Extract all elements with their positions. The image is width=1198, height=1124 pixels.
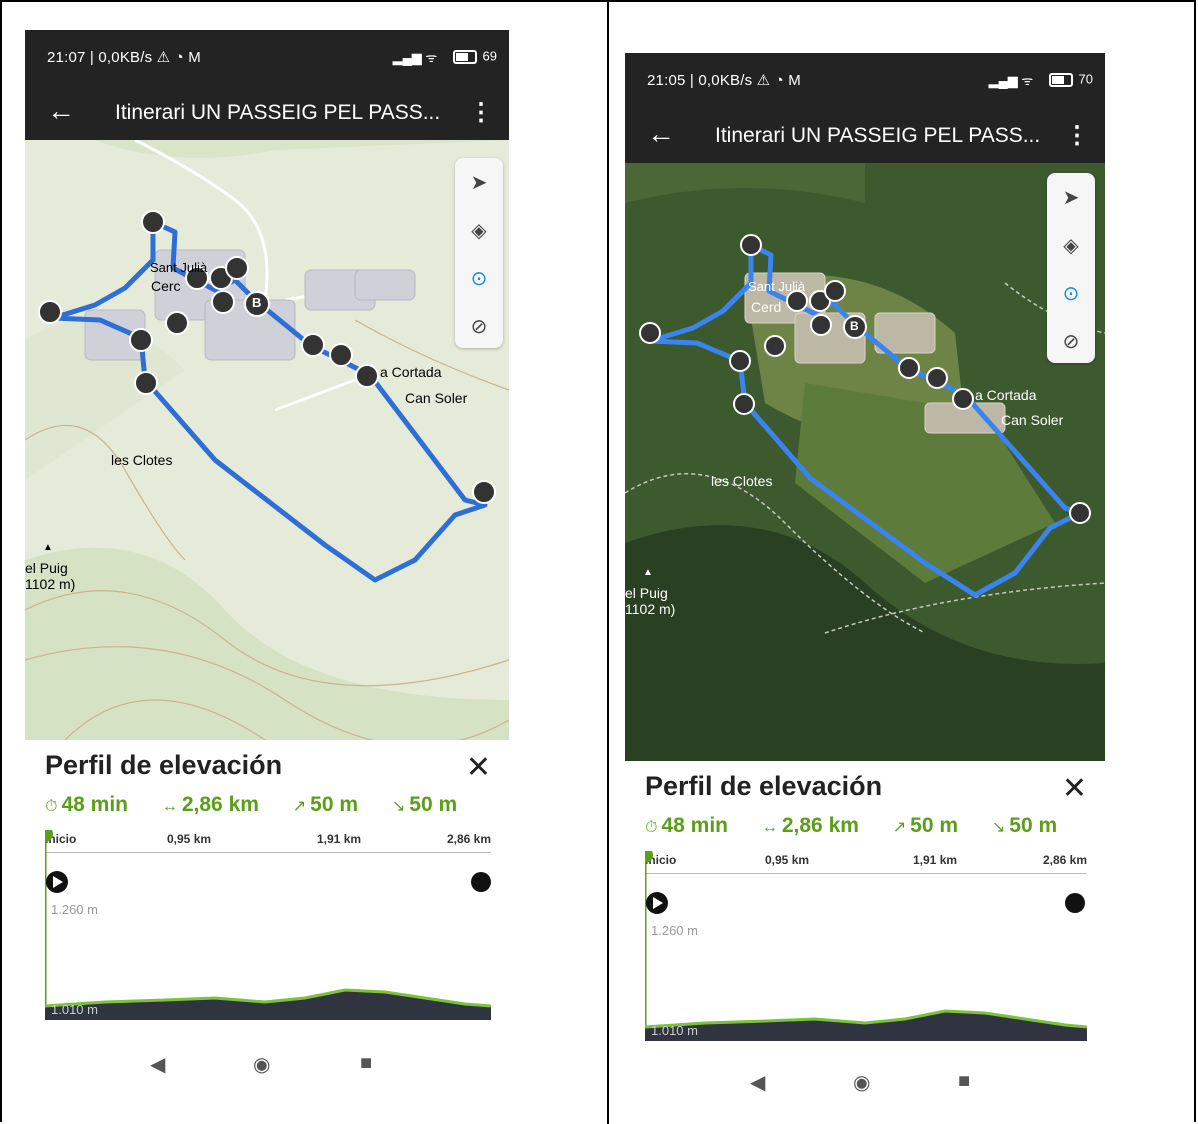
phone-right: 21:05 | 0,0KB/s ⚠ ◔ M ▂▄▆ ᯤ 70 ← Itinera… — [625, 53, 1105, 1093]
locate-icon[interactable]: ➤ — [455, 158, 503, 206]
finish-icon — [471, 872, 491, 892]
back-arrow-icon[interactable]: ← — [647, 119, 675, 149]
recenter-icon[interactable]: ⊙ — [455, 254, 503, 302]
stat-ascent: 50 m — [910, 814, 959, 837]
stat-descent: 50 m — [1009, 814, 1058, 837]
map-label-can-soler: Can Soler — [405, 390, 468, 406]
status-icons: ▂▄▆ ᯤ 69 — [393, 48, 497, 66]
map-label-puig: el Puig — [625, 585, 668, 601]
map-label-clotes: les Clotes — [111, 452, 173, 468]
more-options-icon[interactable]: ⋮ — [1065, 121, 1089, 150]
panel-title: Perfil de elevación — [45, 750, 283, 780]
distance-icon: ↔ — [161, 798, 178, 815]
map-toolbar: ➤ ◈ ⊙ ⊘ — [1047, 173, 1095, 363]
map-toolbar: ➤ ◈ ⊙ ⊘ — [455, 158, 503, 348]
map-label-village: Cerd — [751, 299, 782, 315]
app-bar: ← Itinerari UN PASSEIG PEL PASS... ⋮ — [25, 86, 509, 140]
hide-icon[interactable]: ⊘ — [455, 302, 503, 350]
status-bar: 21:05 | 0,0KB/s ⚠ ◔ M ▂▄▆ ᯤ 70 — [625, 53, 1105, 109]
nav-recents-icon[interactable]: ■ — [360, 1052, 372, 1075]
nav-back-icon[interactable]: ◀ — [750, 1070, 765, 1093]
phone-left: 21:07 | 0,0KB/s ⚠ ◔ M ▂▄▆ ᯤ 69 ← Itinera… — [25, 30, 509, 1090]
map-label-village: Cerc — [151, 278, 181, 294]
back-arrow-icon[interactable]: ← — [47, 96, 75, 126]
battery-icon — [1048, 73, 1073, 87]
layers-icon[interactable]: ◈ — [1047, 221, 1095, 269]
clock-icon: ⏱ — [45, 798, 58, 815]
elevation-graph — [45, 830, 491, 1020]
stat-distance: 2,86 km — [781, 814, 859, 837]
android-navbar: ◀ ◉ ■ — [625, 1058, 1105, 1093]
map-label-cortada: a Cortada — [975, 387, 1037, 403]
status-icons: ▂▄▆ ᯤ 70 — [989, 71, 1093, 89]
close-icon[interactable]: ✕ — [466, 750, 491, 785]
stat-distance: 2,86 km — [181, 793, 259, 816]
descent-icon: ↘ — [991, 819, 1006, 836]
status-bar: 21:07 | 0,0KB/s ⚠ ◔ M ▂▄▆ ᯤ 69 — [25, 30, 509, 86]
map-label-puig: el Puig — [25, 560, 68, 576]
column-divider — [607, 0, 609, 1124]
map-label-puig-alt: 1102 m) — [25, 576, 76, 592]
peak-icon: ▲ — [43, 542, 53, 553]
map-label-puig-alt: 1102 m) — [625, 601, 676, 617]
hide-icon[interactable]: ⊘ — [1047, 317, 1095, 365]
ascent-icon: ↗ — [892, 819, 907, 836]
marker-b-label: B — [252, 295, 262, 310]
topo-map[interactable] — [25, 140, 509, 740]
nav-home-icon[interactable]: ◉ — [253, 1052, 270, 1077]
finish-icon — [1065, 893, 1085, 913]
peak-icon: ▲ — [643, 567, 653, 578]
descent-icon: ↘ — [391, 798, 406, 815]
clock-icon: ⏱ — [645, 819, 658, 836]
nav-recents-icon[interactable]: ■ — [958, 1070, 970, 1093]
nav-home-icon[interactable]: ◉ — [853, 1070, 870, 1093]
stat-time: 48 min — [661, 814, 729, 837]
elevation-graph — [645, 851, 1087, 1041]
map-label-cortada: a Cortada — [380, 364, 442, 380]
page-title: Itinerari UN PASSEIG PEL PASS... — [115, 101, 441, 124]
elevation-panel: Perfil de elevación ✕ ⏱ 48 min ↔ 2,86 km ↗… — [625, 761, 1105, 1051]
route-stats: ⏱ 48 min ↔ 2,86 km ↗ 50 m ↘ 50 m — [45, 793, 485, 817]
distance-icon: ↔ — [761, 819, 778, 836]
page-title: Itinerari UN PASSEIG PEL PASS... — [715, 124, 1041, 147]
stat-ascent: 50 m — [310, 793, 359, 816]
marker-b-label: B — [850, 319, 859, 333]
map-view[interactable]: Sant Julià Cerd B a Cortada Can Soler le… — [625, 163, 1105, 761]
more-options-icon[interactable]: ⋮ — [469, 98, 493, 127]
route-stats: ⏱ 48 min ↔ 2,86 km ↗ 50 m ↘ 50 m — [645, 814, 1085, 838]
app-bar: ← Itinerari UN PASSEIG PEL PASS... ⋮ — [625, 109, 1105, 163]
locate-icon[interactable]: ➤ — [1047, 173, 1095, 221]
map-label-can-soler: Can Soler — [1001, 412, 1064, 428]
elev-top-label: 1.260 m — [651, 923, 698, 938]
recenter-icon[interactable]: ⊙ — [1047, 269, 1095, 317]
map-label-village-top: Sant Julià — [748, 279, 806, 294]
panel-title: Perfil de elevación — [645, 771, 883, 801]
battery-level: 69 — [482, 48, 497, 64]
status-time: 21:07 | 0,0KB/s ⚠ ◔ M — [47, 49, 202, 66]
elevation-chart[interactable]: Inicio 0,95 km 1,91 km 2,86 km 1.260 m 1… — [645, 851, 1087, 1041]
android-navbar: ◀ ◉ ■ — [25, 1040, 509, 1090]
ascent-icon: ↗ — [292, 798, 307, 815]
elev-top-label: 1.260 m — [51, 902, 98, 917]
layers-icon[interactable]: ◈ — [455, 206, 503, 254]
signal-icon: ▂▄▆ ᯤ — [988, 73, 1034, 88]
map-view[interactable]: Sant Julià Cerc B a Cortada Can Soler le… — [25, 140, 509, 740]
status-time: 21:05 | 0,0KB/s ⚠ ◔ M — [647, 72, 802, 89]
signal-icon: ▂▄▆ ᯤ — [392, 50, 438, 65]
battery-level: 70 — [1078, 71, 1093, 87]
elevation-chart[interactable]: Inicio 0,95 km 1,91 km 2,86 km 1.260 m 1… — [45, 830, 491, 1020]
elev-bottom-label: 1.010 m — [51, 1002, 98, 1017]
elev-bottom-label: 1.010 m — [651, 1023, 698, 1038]
close-icon[interactable]: ✕ — [1062, 771, 1087, 806]
battery-icon — [452, 50, 477, 64]
stat-time: 48 min — [61, 793, 129, 816]
nav-back-icon[interactable]: ◀ — [150, 1052, 165, 1077]
map-label-village-top: Sant Julià — [150, 260, 208, 275]
map-label-clotes: les Clotes — [711, 473, 773, 489]
stat-descent: 50 m — [409, 793, 458, 816]
elevation-panel: Perfil de elevación ✕ ⏱ 48 min ↔ 2,86 km ↗… — [25, 740, 509, 1030]
satellite-map[interactable] — [625, 163, 1105, 761]
